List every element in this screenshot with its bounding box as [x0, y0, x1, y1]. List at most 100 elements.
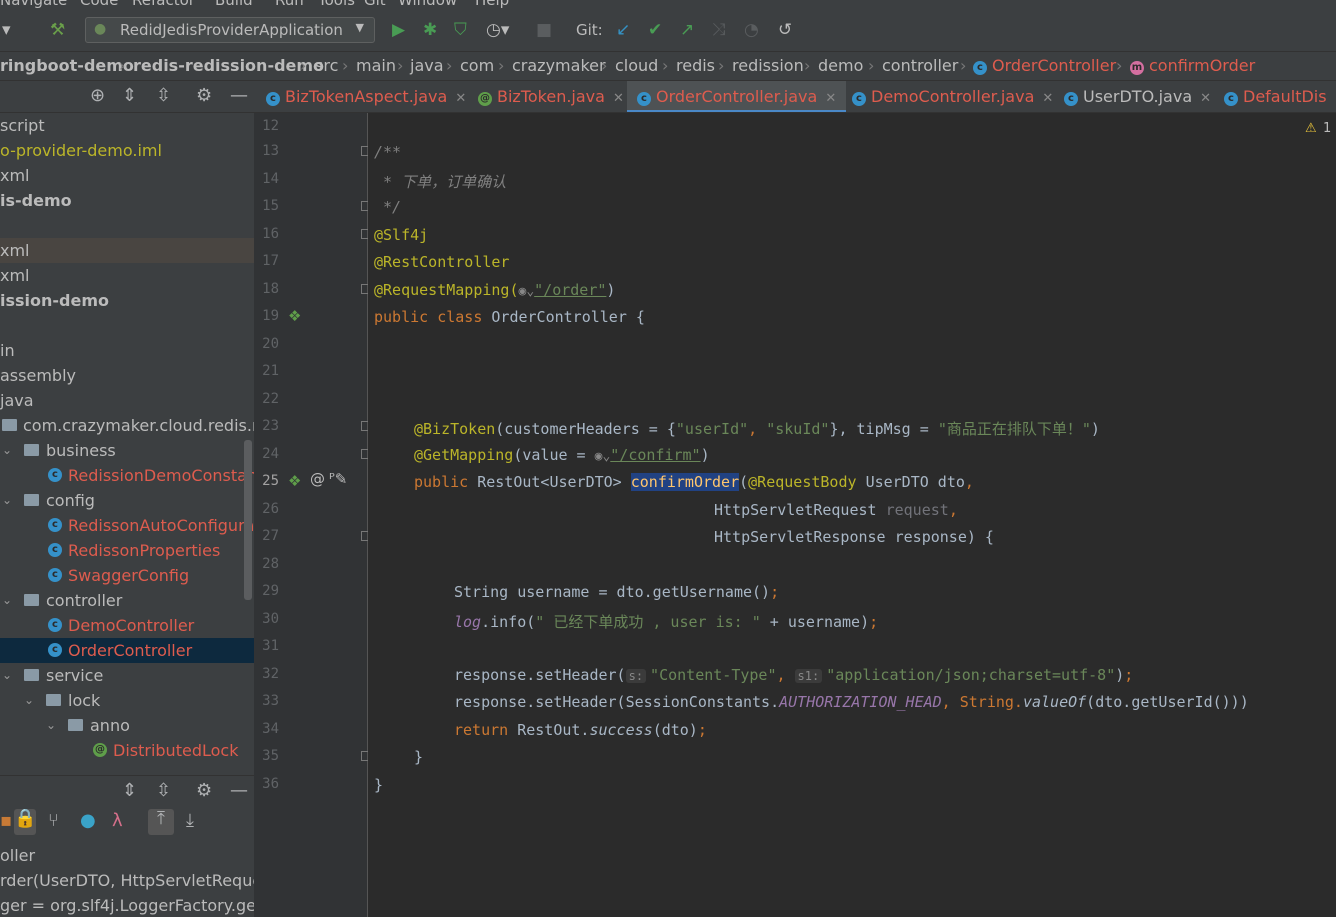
- structure-item[interactable]: ger = org.slf4j.LoggerFactory.getLo: [0, 893, 254, 917]
- spring-bean-icon[interactable]: ❖: [288, 307, 301, 325]
- breadcrumb-item[interactable]: cloud: [615, 56, 658, 75]
- git-history-icon[interactable]: ◔: [744, 19, 759, 41]
- tree-item-lock[interactable]: ⌄ lock: [0, 688, 254, 713]
- menu-navigate[interactable]: Navigate: [0, 0, 67, 9]
- tree-item-controller[interactable]: ⌄ controller: [0, 588, 254, 613]
- tree-item[interactable]: xml: [0, 163, 254, 188]
- breadcrumb-item[interactable]: java: [410, 56, 444, 75]
- breadcrumb-item[interactable]: demo: [818, 56, 863, 75]
- vcs-user-icon[interactable]: ▾: [2, 19, 11, 41]
- run-configuration-select[interactable]: ● RedidJedisProviderApplication ▼: [85, 17, 375, 43]
- chevron-down-icon[interactable]: ⌄: [2, 438, 12, 463]
- breadcrumb-item[interactable]: crazymaker: [512, 56, 606, 75]
- chevron-down-icon[interactable]: ⌄: [46, 713, 56, 738]
- globe-icon[interactable]: ◉⌄: [519, 284, 535, 299]
- field-filter-icon[interactable]: ●: [80, 811, 96, 831]
- close-icon[interactable]: ✕: [613, 91, 624, 106]
- lambda-icon[interactable]: λ: [112, 811, 123, 831]
- close-icon[interactable]: ✕: [455, 91, 466, 106]
- tree-item-business[interactable]: ⌄ business: [0, 438, 254, 463]
- hierarchy-icon[interactable]: ⑂: [48, 811, 59, 831]
- collapse-all-icon[interactable]: ⇳: [156, 781, 171, 801]
- chevron-down-icon[interactable]: ⌄: [2, 588, 12, 613]
- breadcrumb-item[interactable]: controller: [882, 56, 958, 75]
- run-icon[interactable]: ▶: [392, 19, 405, 41]
- tree-item-config[interactable]: ⌄ config: [0, 488, 254, 513]
- globe-icon[interactable]: ◉⌄: [595, 449, 611, 464]
- tree-item[interactable]: xml: [0, 263, 254, 288]
- tree-item[interactable]: in: [0, 338, 254, 363]
- tab-biztoken[interactable]: @ BizToken.java ✕: [478, 81, 624, 112]
- debug-icon[interactable]: ✱: [423, 19, 437, 41]
- tree-item[interactable]: java: [0, 388, 254, 413]
- lock-icon[interactable]: 🔒: [14, 809, 36, 835]
- project-tree-scrollbar[interactable]: [244, 440, 252, 600]
- tree-item-annotation[interactable]: @ DistributedLock: [0, 738, 254, 763]
- close-icon[interactable]: ✕: [1042, 91, 1053, 106]
- tree-item-class[interactable]: c DemoController: [0, 613, 254, 638]
- tree-item-service[interactable]: ⌄ service: [0, 663, 254, 688]
- sort-up-icon[interactable]: ⤒: [148, 809, 174, 835]
- git-push-icon[interactable]: ↗: [680, 19, 694, 41]
- breadcrumb-item[interactable]: redission: [732, 56, 804, 75]
- chevron-down-icon[interactable]: ⌄: [2, 663, 12, 688]
- structure-item[interactable]: oller: [0, 843, 35, 868]
- tree-item[interactable]: [0, 213, 254, 238]
- tab-defaultdis[interactable]: c DefaultDis: [1224, 81, 1327, 112]
- build-hammer-icon[interactable]: ⚒: [50, 19, 65, 41]
- close-icon[interactable]: ✕: [825, 91, 836, 106]
- tree-item[interactable]: ission-demo: [0, 288, 254, 313]
- menu-run[interactable]: Run: [275, 0, 304, 9]
- code-url[interactable]: "/confirm": [610, 446, 700, 464]
- tree-item-package[interactable]: com.crazymaker.cloud.redis.red: [0, 413, 254, 438]
- git-commit-icon[interactable]: ✔: [648, 19, 662, 41]
- implemented-at-icon[interactable]: @: [310, 470, 325, 488]
- hide-panel-icon[interactable]: —: [230, 86, 248, 106]
- menu-git[interactable]: Git: [364, 0, 386, 9]
- hide-panel-icon[interactable]: —: [230, 781, 248, 801]
- chevron-down-icon[interactable]: ⌄: [24, 688, 34, 713]
- chevron-down-icon[interactable]: ⌄: [2, 488, 12, 513]
- tab-democontroller[interactable]: c DemoController.java ✕: [852, 81, 1053, 112]
- gear-icon[interactable]: ⚙: [196, 86, 212, 106]
- tab-ordercontroller[interactable]: c OrderController.java ✕: [627, 81, 847, 112]
- code-editor[interactable]: ⚠ 1 /** * 下单，订单确认 */ @Slf4j @RestControl…: [368, 113, 1336, 917]
- stop-icon[interactable]: ■: [536, 19, 552, 41]
- git-rollback-icon[interactable]: ↺: [778, 19, 792, 41]
- close-icon[interactable]: ✕: [1200, 91, 1211, 106]
- menu-tools[interactable]: Tools: [318, 0, 355, 9]
- tree-item-anno[interactable]: ⌄ anno: [0, 713, 254, 738]
- breadcrumb-class[interactable]: c OrderController: [973, 56, 1116, 75]
- tree-item-class[interactable]: c RedissionDemoConstant: [0, 463, 254, 488]
- menu-code[interactable]: Code: [80, 0, 118, 9]
- breadcrumb-item[interactable]: redis-redission-demo: [133, 56, 324, 75]
- expand-all-icon[interactable]: ⇕: [122, 86, 137, 106]
- menu-build[interactable]: Build: [215, 0, 253, 9]
- breadcrumb-method[interactable]: m confirmOrder: [1130, 56, 1255, 75]
- tree-item-class[interactable]: c SwaggerConfig: [0, 563, 254, 588]
- tree-item[interactable]: o-provider-demo.iml: [0, 138, 254, 163]
- sort-down-icon[interactable]: ⤓: [186, 811, 194, 831]
- breadcrumb-item[interactable]: redis: [676, 56, 715, 75]
- spring-mapping-icon[interactable]: ❖: [288, 472, 301, 490]
- tree-item-class[interactable]: c RedissonAutoConfiguratio: [0, 513, 254, 538]
- menu-window[interactable]: Window: [398, 0, 457, 9]
- gear-icon[interactable]: ⚙: [196, 781, 212, 801]
- tree-item[interactable]: is-demo: [0, 188, 254, 213]
- run-coverage-icon[interactable]: ⛉: [454, 19, 467, 41]
- tab-biztokenaspect[interactable]: c BizTokenAspect.java ✕: [266, 81, 466, 112]
- visibility-filter-icon[interactable]: ▪: [0, 811, 12, 831]
- breadcrumb-item[interactable]: ringboot-demo: [0, 56, 134, 75]
- tree-item[interactable]: script: [0, 113, 254, 138]
- git-update-icon[interactable]: ↙: [616, 19, 630, 41]
- code-url[interactable]: "/order": [534, 281, 606, 299]
- locate-icon[interactable]: ⊕: [90, 86, 105, 106]
- menu-help[interactable]: Help: [475, 0, 509, 9]
- structure-item[interactable]: rder(UserDTO, HttpServletRequest: [0, 868, 254, 893]
- pointcut-icon[interactable]: ᴾ✎: [329, 470, 347, 488]
- warning-icon[interactable]: ⚠: [1305, 121, 1317, 136]
- profile-icon[interactable]: ◷▾: [486, 19, 509, 41]
- breadcrumb-item[interactable]: com: [460, 56, 494, 75]
- tree-item-class-selected[interactable]: c OrderController: [0, 638, 254, 663]
- breadcrumb-item[interactable]: src: [315, 56, 338, 75]
